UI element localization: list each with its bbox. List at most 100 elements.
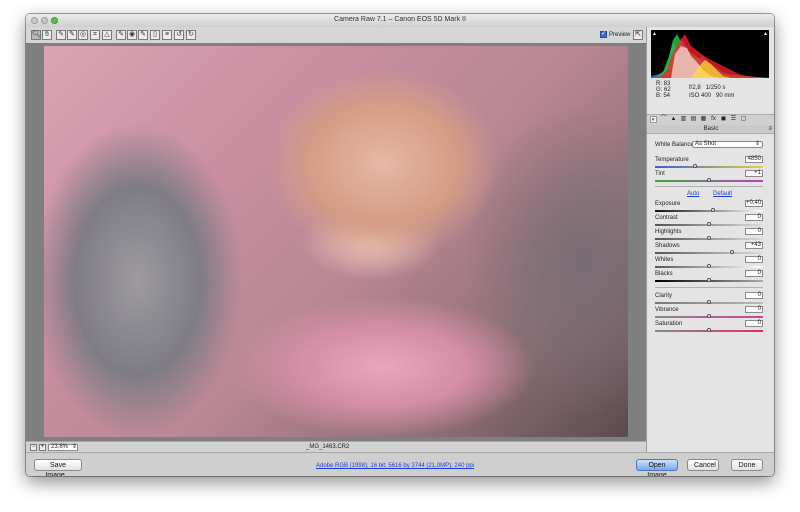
default-link[interactable]: Default [713, 191, 732, 197]
contrast-slider[interactable] [655, 222, 763, 226]
saturation-slider[interactable] [655, 328, 763, 332]
color-sampler-icon: ✎ [69, 31, 75, 38]
tone-curve-tab-icon[interactable]: ⌒ [660, 116, 667, 123]
zoom-level-select[interactable]: 23,6% ⇕ [48, 444, 78, 451]
targeted-adjustment-tool[interactable]: ◎ [78, 30, 88, 40]
shadows-slider[interactable] [655, 250, 763, 254]
adjustment-brush-tool[interactable]: ✎ [138, 30, 148, 40]
iso-value: ISO 400 [689, 93, 712, 99]
whites-slider-thumb[interactable] [707, 264, 711, 268]
chevron-updown-icon: ⇕ [754, 141, 760, 147]
lens-tab-icon[interactable]: ▦ [700, 116, 707, 123]
clarity-value-field[interactable]: 0 [745, 292, 763, 299]
shadows-slider-thumb[interactable] [729, 250, 734, 254]
red-eye-tool[interactable]: ◉ [127, 30, 137, 40]
tint-slider-thumb[interactable] [707, 178, 711, 182]
zoom-level-value: 23,6% [51, 444, 69, 450]
divider [655, 287, 763, 288]
contrast-value-field[interactable]: 0 [745, 214, 763, 221]
highlights-slider-thumb[interactable] [707, 236, 711, 240]
clarity-slider-thumb[interactable] [707, 300, 711, 304]
save-image-button[interactable]: Save Image... [34, 459, 82, 476]
clarity-slider[interactable] [655, 300, 763, 304]
rgb-readout: R: 83 G: 62 B: 54 [656, 81, 671, 99]
rotate-cw-tool[interactable]: ↻ [186, 30, 196, 40]
straighten-icon: △ [104, 31, 110, 38]
image-canvas[interactable] [26, 43, 646, 441]
histogram-graph [651, 34, 769, 78]
temperature-label: Temperature [655, 157, 689, 163]
panel-menu-icon[interactable]: ≡ [768, 125, 772, 133]
preferences-tool[interactable]: ≡ [162, 30, 172, 40]
exposure-slider[interactable] [655, 208, 763, 212]
targeted-adjustment-icon: ◎ [79, 31, 87, 38]
highlights-value-field[interactable]: 0 [745, 228, 763, 235]
crop-tool[interactable]: ⌗ [90, 30, 100, 40]
blacks-slider[interactable] [655, 278, 763, 282]
vibrance-slider[interactable] [655, 314, 763, 318]
presets-tab-icon[interactable]: ☰ [730, 116, 737, 123]
title-bar[interactable]: Camera Raw 7.1 – Canon EOS 5D Mark II [26, 14, 774, 28]
straighten-tool[interactable]: △ [102, 30, 112, 40]
highlight-clipping-icon[interactable]: ▲ [763, 31, 768, 37]
camera-calibration-tab-icon[interactable]: ◼ [720, 116, 727, 123]
white-balance-icon: ✎ [58, 31, 64, 38]
temperature-slider-thumb[interactable] [692, 164, 697, 168]
highlights-slider[interactable] [655, 236, 763, 240]
aperture-value: f/2,8 [689, 85, 701, 91]
detail-tab-icon[interactable]: ▲ [670, 116, 677, 123]
cancel-button[interactable]: Cancel [687, 459, 719, 471]
pixel-info: R: 83 G: 62 B: 54 f/2,8 1/250 s ISO 400 … [651, 81, 769, 113]
contrast-slider-thumb[interactable] [707, 222, 711, 226]
vibrance-label: Vibrance [655, 307, 679, 313]
zoom-icon: 🔍︎ [32, 31, 41, 38]
basic-panel: White Balance: As Shot ⇕ Auto Default Te… [647, 134, 774, 452]
camera-settings: f/2,8 1/250 s ISO 400 90 mm [689, 84, 734, 100]
color-sampler-tool[interactable]: ✎ [67, 30, 77, 40]
workflow-options-link[interactable]: Adobe RGB (1998); 16 bit; 5616 by 3744 (… [316, 463, 474, 469]
shadow-clipping-icon[interactable]: ▲ [652, 31, 657, 37]
exposure-value-field[interactable]: +0,40 [745, 200, 763, 207]
temperature-value-field[interactable]: 4850 [745, 156, 763, 163]
zoom-tool[interactable]: 🔍︎ [31, 30, 41, 40]
exposure-slider-thumb[interactable] [711, 208, 716, 212]
photo-preview[interactable] [44, 46, 628, 437]
whites-value-field[interactable]: 0 [745, 256, 763, 263]
blacks-value-field[interactable]: 0 [745, 270, 763, 277]
white-balance-tool[interactable]: ✎ [56, 30, 66, 40]
blacks-slider-thumb[interactable] [707, 278, 711, 282]
spot-removal-tool[interactable]: ✎ [116, 30, 126, 40]
tint-value-field[interactable]: +1 [745, 170, 763, 177]
preview-checkbox[interactable]: ✓ [600, 31, 607, 38]
whites-slider[interactable] [655, 264, 763, 268]
rotate-ccw-icon: ↺ [176, 31, 182, 38]
window-title: Camera Raw 7.1 – Canon EOS 5D Mark II [334, 16, 466, 23]
vibrance-value-field[interactable]: 0 [745, 306, 763, 313]
snapshots-tab-icon[interactable]: ▢ [740, 116, 747, 123]
zoom-out-button[interactable]: − [30, 444, 37, 451]
saturation-slider-thumb[interactable] [707, 328, 711, 332]
red-eye-icon: ◉ [128, 31, 136, 38]
graduated-filter-tool[interactable]: ▯ [150, 30, 160, 40]
vibrance-slider-thumb[interactable] [707, 314, 711, 318]
basic-tab-icon[interactable]: ◐ [650, 116, 657, 123]
white-balance-select[interactable]: As Shot ⇕ [692, 141, 763, 148]
auto-link[interactable]: Auto [687, 191, 699, 197]
shadows-value-field[interactable]: +43 [745, 242, 763, 249]
hsl-tab-icon[interactable]: ▥ [680, 116, 687, 123]
saturation-value-field[interactable]: 0 [745, 320, 763, 327]
hand-tool[interactable]: ✋︎ [42, 30, 52, 40]
temperature-slider[interactable] [655, 164, 763, 168]
done-button[interactable]: Done [731, 459, 763, 471]
fullscreen-button[interactable]: ⇱ [633, 30, 643, 40]
rotate-ccw-tool[interactable]: ↺ [174, 30, 184, 40]
blacks-label: Blacks [655, 271, 673, 277]
rotate-cw-icon: ↻ [188, 31, 194, 38]
open-image-button[interactable]: Open Image [636, 459, 678, 476]
zoom-in-button[interactable]: + [39, 444, 46, 451]
tint-slider[interactable] [655, 178, 763, 182]
preview-toggle[interactable]: ✓ Preview [600, 31, 630, 38]
whites-label: Whites [655, 257, 674, 263]
effects-tab-icon[interactable]: fx [710, 116, 717, 123]
split-toning-tab-icon[interactable]: ▤ [690, 116, 697, 123]
